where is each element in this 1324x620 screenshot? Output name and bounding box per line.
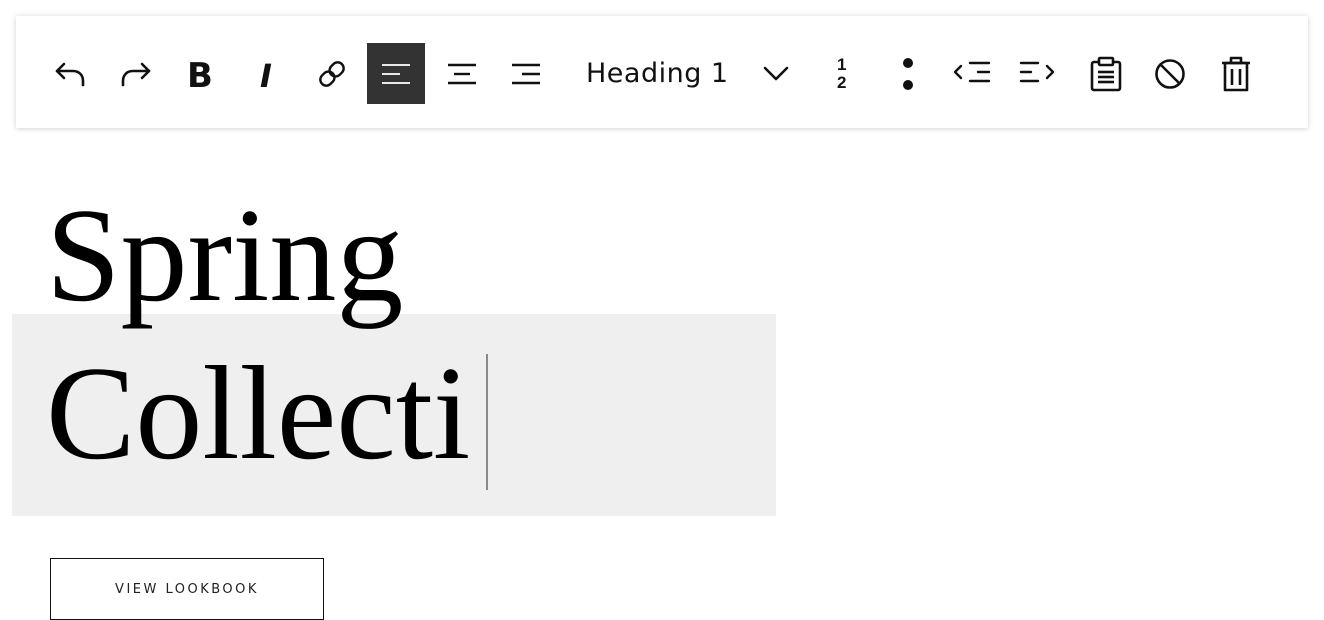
rich-text-toolbar: B I Heading 1 1 2: [16, 16, 1308, 128]
italic-button[interactable]: I: [244, 43, 288, 104]
ordered-list-icon: 1 2: [837, 54, 847, 92]
chevron-down-icon: [763, 66, 789, 81]
link-button[interactable]: [310, 43, 354, 104]
ordered-list-button[interactable]: 1 2: [820, 43, 864, 104]
svg-text:B: B: [187, 57, 213, 91]
link-icon: [319, 60, 345, 87]
text-caret: [486, 354, 488, 490]
bullet-list-button[interactable]: [886, 43, 930, 104]
editor-canvas: B I Heading 1 1 2 Spring Collecti VIEW L…: [0, 0, 1324, 620]
undo-button[interactable]: [48, 43, 92, 104]
align-center-icon: [448, 63, 476, 84]
redo-icon: [121, 62, 151, 86]
block-format-value: Heading 1: [586, 58, 729, 89]
align-right-icon: [512, 63, 540, 84]
heading-line-2[interactable]: Collecti: [46, 346, 470, 480]
align-right-button[interactable]: [504, 43, 548, 104]
paste-button[interactable]: [1084, 43, 1128, 104]
view-lookbook-button[interactable]: VIEW LOOKBOOK: [50, 558, 324, 620]
no-format-icon: [1155, 58, 1185, 89]
outdent-button[interactable]: [950, 43, 994, 104]
trash-icon: [1222, 56, 1250, 91]
bullet-list-icon: [903, 57, 913, 90]
align-left-icon: [382, 63, 410, 84]
heading-line-1[interactable]: Spring: [46, 188, 403, 322]
indent-icon: [1019, 61, 1055, 82]
redo-button[interactable]: [114, 43, 158, 104]
italic-icon: I: [260, 57, 272, 91]
clipboard-icon: [1090, 56, 1122, 91]
svg-text:I: I: [260, 57, 272, 91]
align-center-button[interactable]: [440, 43, 484, 104]
clear-format-button[interactable]: [1148, 43, 1192, 104]
outdent-icon: [953, 61, 991, 82]
block-format-select[interactable]: Heading 1: [586, 43, 804, 104]
undo-icon: [55, 62, 85, 86]
align-left-button[interactable]: [367, 43, 425, 104]
indent-button[interactable]: [1016, 43, 1060, 104]
delete-button[interactable]: [1214, 43, 1258, 104]
bold-icon: B: [187, 57, 213, 91]
bold-button[interactable]: B: [178, 43, 222, 104]
